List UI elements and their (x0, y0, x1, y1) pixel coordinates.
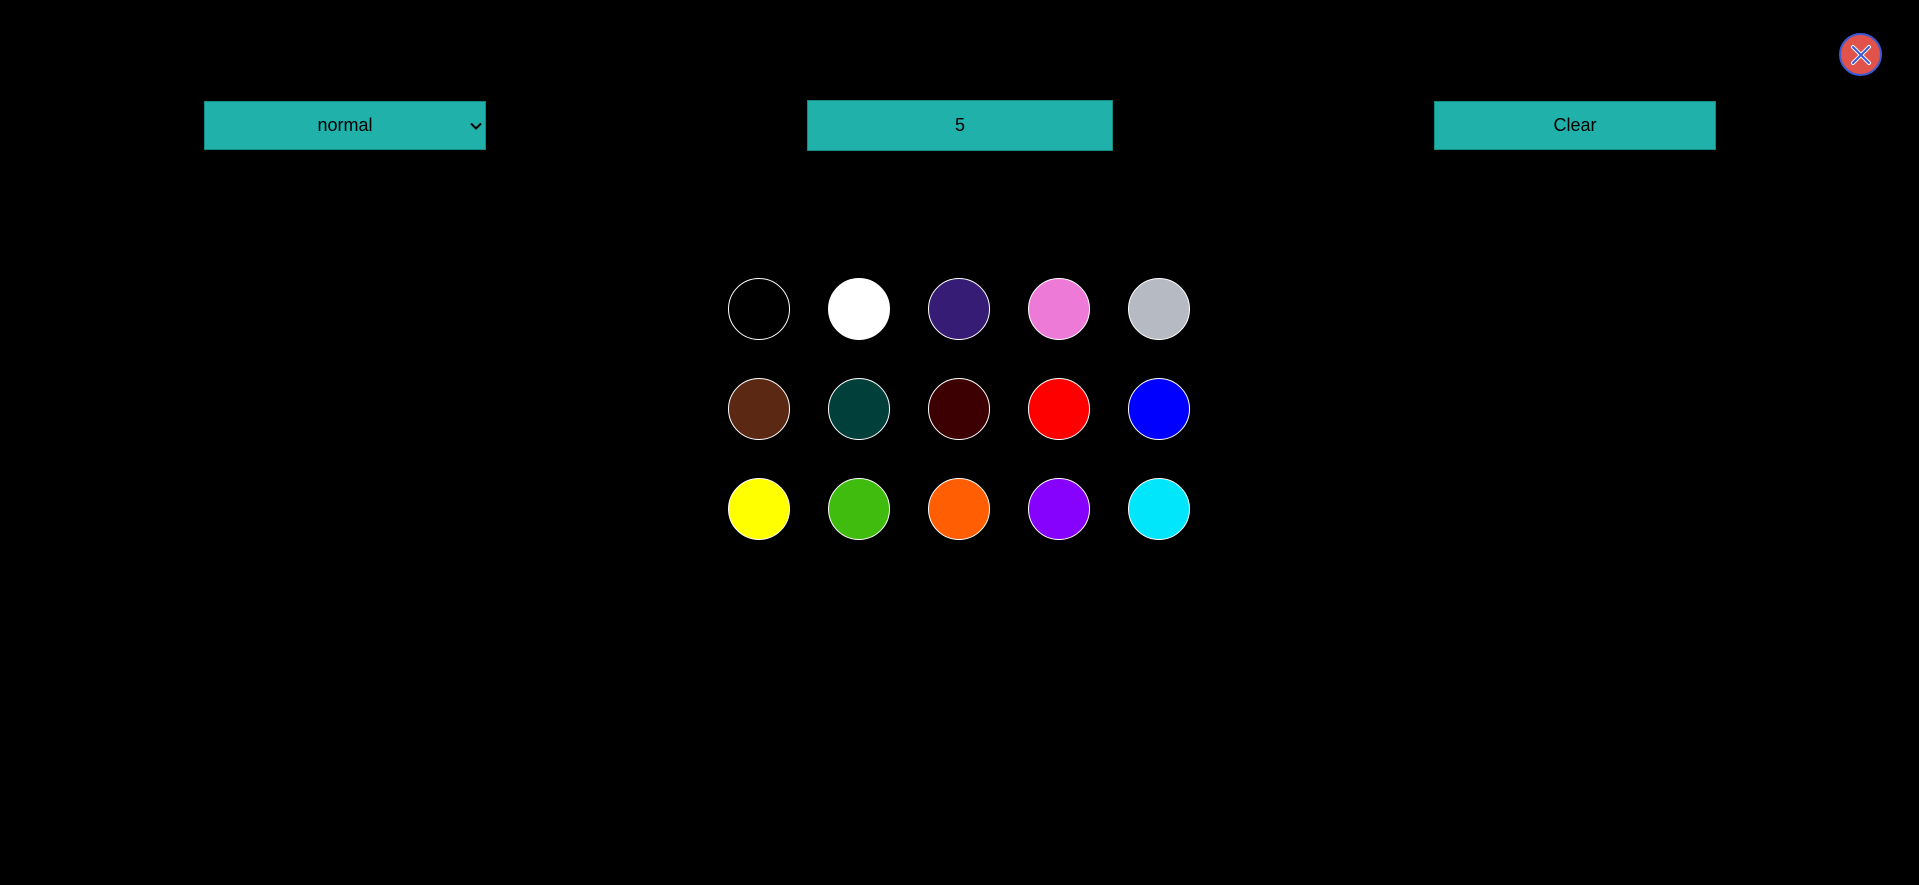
close-icon (1850, 44, 1871, 65)
brush-size-input[interactable]: 5 (807, 100, 1113, 151)
color-swatch-cyan[interactable] (1128, 478, 1190, 540)
color-swatch-white[interactable] (828, 278, 890, 340)
clear-button[interactable]: Clear (1434, 101, 1716, 150)
color-swatch-dark-teal[interactable] (828, 378, 890, 440)
color-swatch-pink[interactable] (1028, 278, 1090, 340)
chevron-down-icon (470, 122, 482, 130)
color-swatch-dark-maroon[interactable] (928, 378, 990, 440)
color-swatch-red[interactable] (1028, 378, 1090, 440)
clear-button-label: Clear (1553, 115, 1597, 135)
color-swatch-orange[interactable] (928, 478, 990, 540)
color-swatch-green[interactable] (828, 478, 890, 540)
color-swatch-dark-purple[interactable] (928, 278, 990, 340)
color-swatch-yellow[interactable] (728, 478, 790, 540)
mode-select[interactable]: normal (204, 101, 486, 150)
color-palette (728, 278, 1190, 540)
color-swatch-violet[interactable] (1028, 478, 1090, 540)
mode-select-value: normal (317, 115, 373, 135)
color-swatch-light-gray[interactable] (1128, 278, 1190, 340)
color-swatch-brown[interactable] (728, 378, 790, 440)
close-button[interactable] (1839, 33, 1882, 76)
color-swatch-blue[interactable] (1128, 378, 1190, 440)
drawing-canvas[interactable]: normal 5 Clear (0, 0, 1919, 885)
brush-size-value: 5 (954, 115, 965, 135)
color-swatch-black[interactable] (728, 278, 790, 340)
